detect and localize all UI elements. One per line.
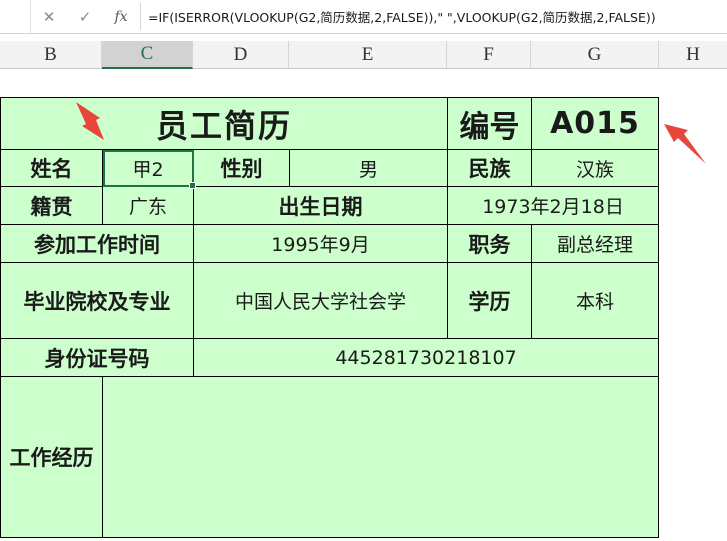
gender-label[interactable]: 性别	[193, 149, 290, 187]
education-label[interactable]: 学历	[447, 262, 533, 339]
arrow-annotation-left	[76, 102, 104, 140]
join-label[interactable]: 参加工作时间	[0, 224, 194, 263]
experience-value[interactable]	[101, 376, 660, 538]
insert-function-button[interactable]: fx	[103, 0, 139, 33]
join-value[interactable]: 1995年9月	[192, 224, 449, 263]
school-label[interactable]: 毕业院校及专业	[0, 262, 194, 339]
position-value[interactable]: 副总经理	[531, 224, 660, 263]
column-header-e[interactable]: E	[289, 41, 447, 68]
column-header-d[interactable]: D	[193, 41, 289, 68]
school-value[interactable]: 中国人民大学社会学	[192, 262, 449, 339]
column-header-bar: B C D E F G H	[0, 41, 727, 69]
native-value[interactable]: 广东	[102, 186, 194, 225]
id-value[interactable]: A015	[531, 97, 660, 150]
arrow-left-shape	[76, 102, 104, 140]
education-value[interactable]: 本科	[531, 262, 660, 339]
experience-label[interactable]: 工作经历	[0, 376, 103, 538]
column-header-b[interactable]: B	[0, 41, 102, 68]
native-label[interactable]: 籍贯	[0, 186, 103, 225]
position-label[interactable]: 职务	[447, 224, 533, 263]
gender-value[interactable]: 男	[288, 149, 449, 187]
name-value: 甲2	[132, 158, 164, 181]
birth-label[interactable]: 出生日期	[192, 186, 449, 225]
formula-bar-divider	[140, 3, 141, 30]
check-icon[interactable]: ✓	[67, 0, 103, 33]
resume-title[interactable]: 员工简历	[0, 97, 449, 150]
name-box-edge[interactable]	[0, 0, 31, 33]
birth-value[interactable]: 1973年2月18日	[447, 186, 660, 225]
ethnicity-label[interactable]: 民族	[447, 149, 533, 187]
formula-bar-border	[0, 33, 727, 34]
idcard-value[interactable]: 445281730218107	[192, 338, 660, 377]
column-header-c[interactable]: C	[102, 41, 193, 69]
name-value-cell-selected[interactable]: 甲2	[102, 149, 196, 189]
arrow-annotation-right	[664, 124, 706, 164]
id-label[interactable]: 编号	[447, 97, 533, 150]
formula-bar: ✕ ✓ fx =IF(ISERROR(VLOOKUP(G2,简历数据,2,FAL…	[0, 0, 727, 33]
column-header-g[interactable]: G	[531, 41, 659, 68]
column-header-f[interactable]: F	[447, 41, 531, 68]
close-icon[interactable]: ✕	[31, 0, 67, 33]
fill-handle[interactable]	[189, 182, 196, 189]
ethnicity-value[interactable]: 汉族	[531, 149, 660, 187]
arrow-right-shape	[664, 124, 706, 164]
resume-sheet: 员工简历 编号 A015 姓名 甲2 性别 男 民族 汉族 籍贯 广东 出生日期…	[0, 97, 660, 538]
column-header-h[interactable]: H	[659, 41, 727, 68]
formula-input[interactable]: =IF(ISERROR(VLOOKUP(G2,简历数据,2,FALSE))," …	[148, 0, 707, 33]
name-label[interactable]: 姓名	[0, 149, 103, 187]
idcard-label[interactable]: 身份证号码	[0, 338, 194, 377]
